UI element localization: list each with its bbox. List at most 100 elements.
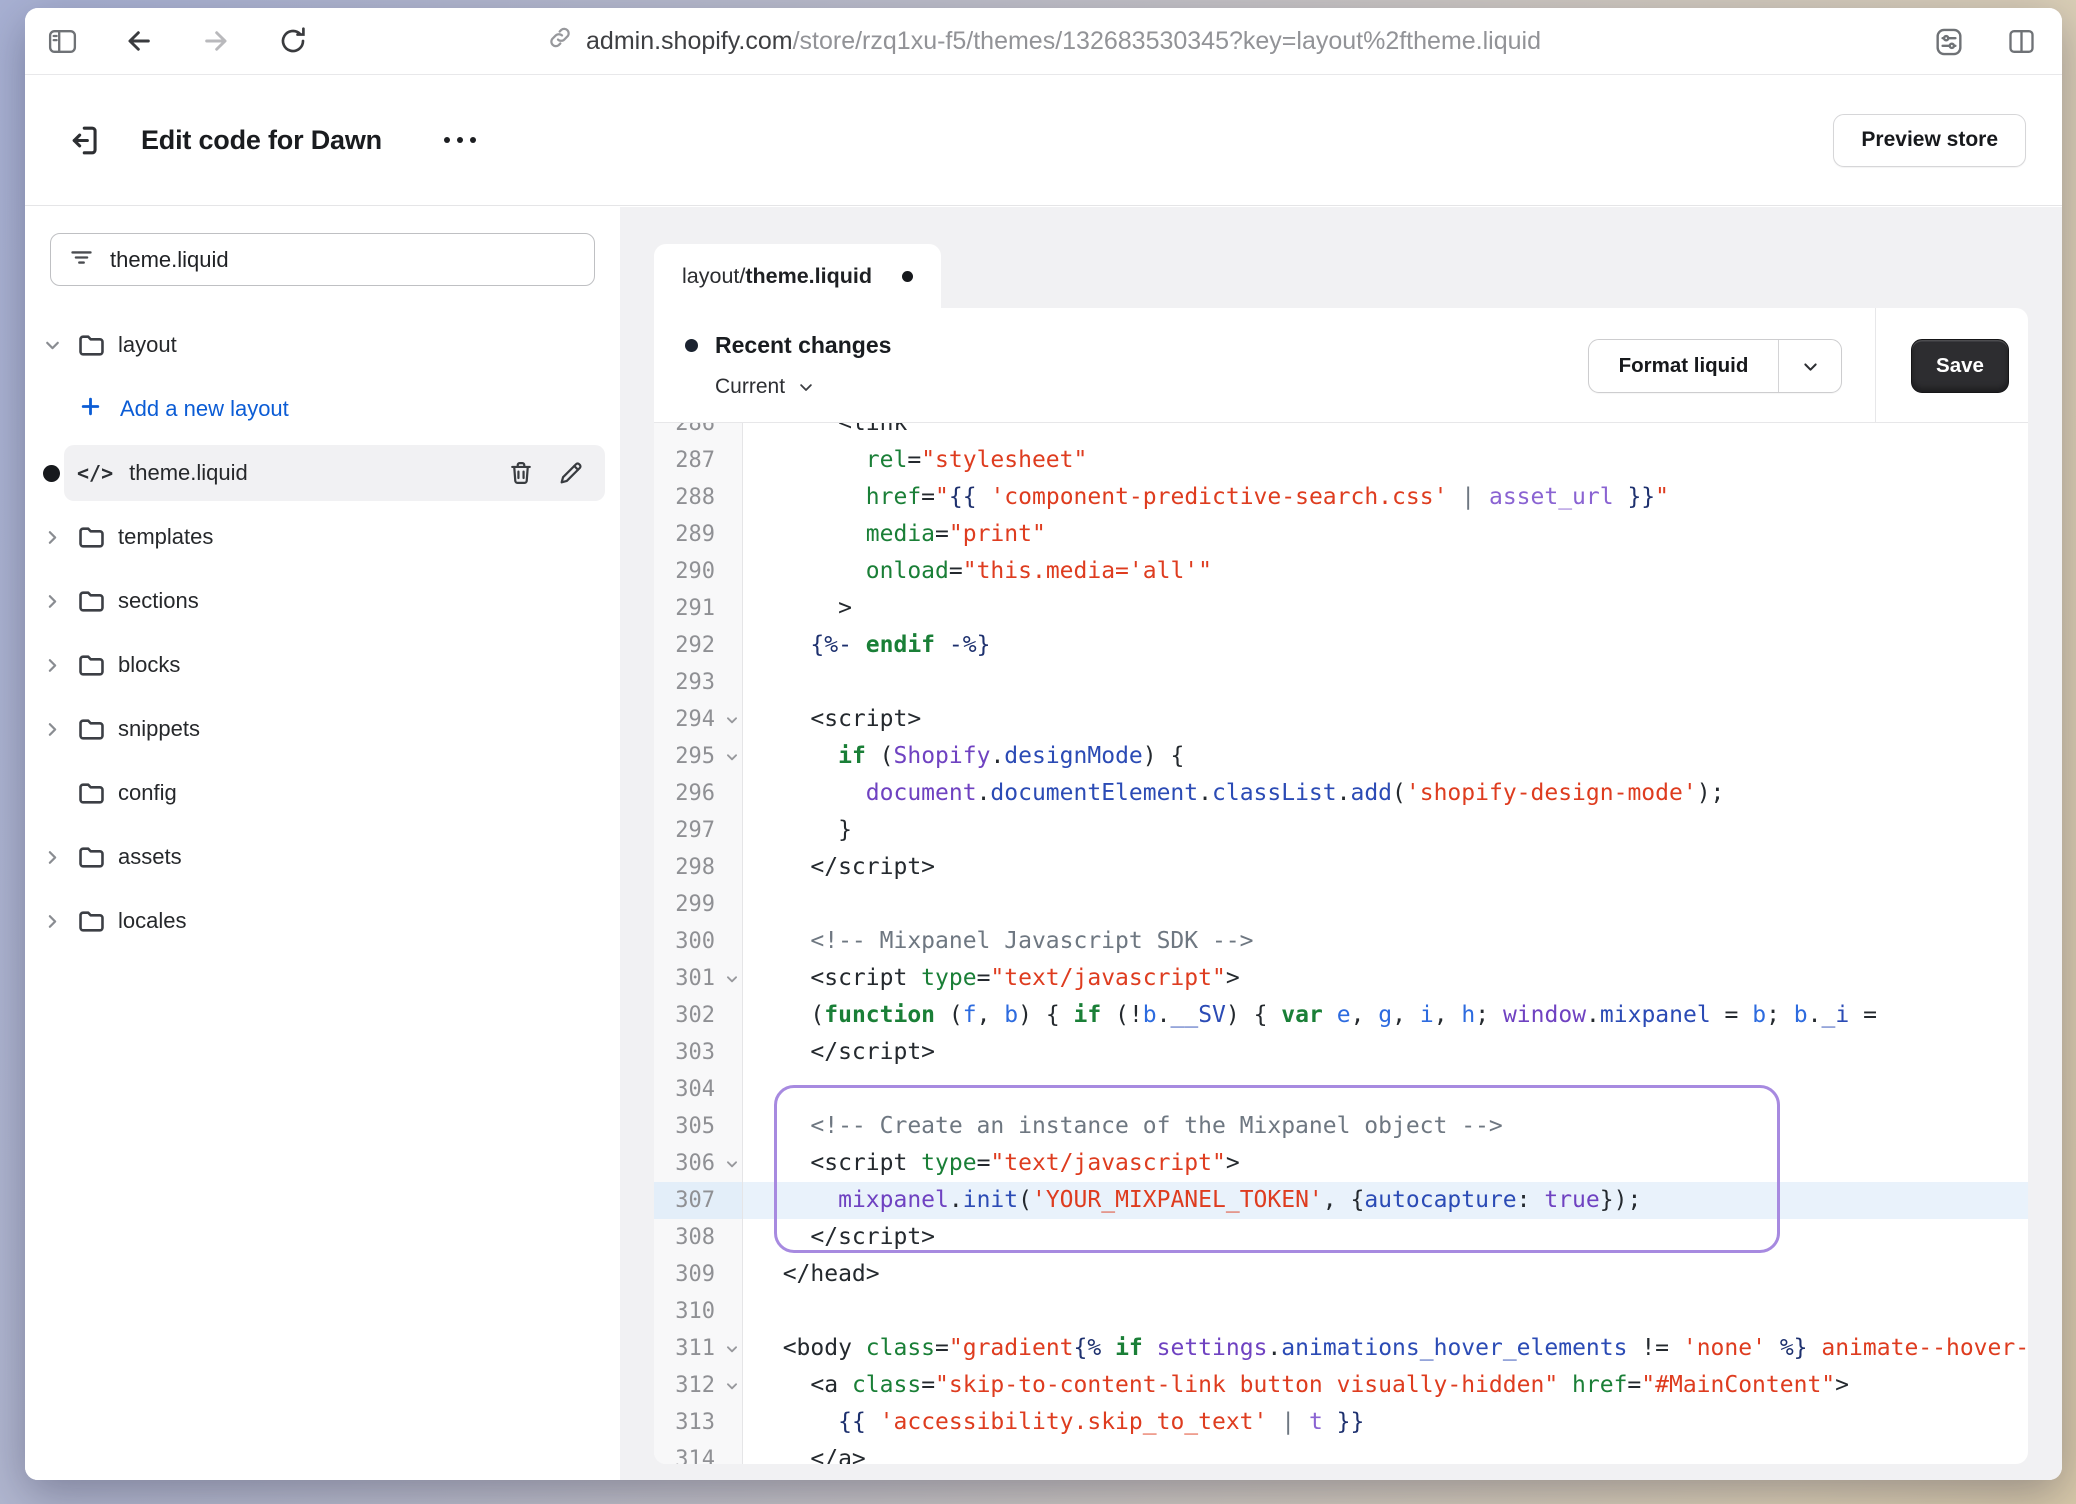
sidebar-toggle-icon[interactable]	[45, 24, 79, 58]
code-line-310[interactable]: 310	[654, 1293, 2028, 1330]
code-line-301[interactable]: 301 <script type="text/javascript">	[654, 960, 2028, 997]
chevron-right-icon[interactable]	[42, 847, 76, 868]
more-actions-icon[interactable]	[434, 127, 486, 153]
folder-icon	[76, 522, 118, 553]
code-line-290[interactable]: 290 onload="this.media='all'"	[654, 553, 2028, 590]
sidebar-item-blocks[interactable]: blocks	[25, 633, 620, 697]
fold-chevron-icon[interactable]	[725, 739, 739, 776]
sidebar-item-assets[interactable]: assets	[25, 825, 620, 889]
page-settings-icon[interactable]	[1932, 25, 1966, 59]
chevron-right-icon[interactable]	[42, 527, 76, 548]
forward-icon[interactable]	[199, 24, 233, 58]
tab-theme-liquid[interactable]: layout/theme.liquid	[654, 244, 941, 308]
code-line-313[interactable]: 313 {{ 'accessibility.skip_to_text' | t …	[654, 1404, 2028, 1441]
back-icon[interactable]	[122, 24, 156, 58]
fold-chevron-icon[interactable]	[725, 702, 739, 739]
sidebar-item-snippets[interactable]: snippets	[25, 697, 620, 761]
sidebar-item-theme-liquid[interactable]: </>theme.liquid	[25, 441, 620, 505]
file-search-box	[50, 233, 595, 286]
line-number: 293	[654, 664, 743, 701]
line-number: 307	[654, 1182, 743, 1219]
sidebar-item-locales[interactable]: locales	[25, 889, 620, 953]
line-number: 294	[654, 701, 743, 738]
code-line-287[interactable]: 287 rel="stylesheet"	[654, 442, 2028, 479]
delete-file-icon[interactable]	[507, 459, 535, 487]
chevron-right-icon[interactable]	[42, 719, 76, 740]
code-line-294[interactable]: 294 <script>	[654, 701, 2028, 738]
format-liquid-button[interactable]: Format liquid	[1588, 339, 1842, 393]
chevron-right-icon[interactable]	[42, 655, 76, 676]
line-number: 290	[654, 553, 743, 590]
url-bar[interactable]: admin.shopify.com/store/rzq1xu-f5/themes…	[546, 24, 1541, 58]
folder-label: sections	[118, 588, 199, 614]
add-new-layout-button[interactable]: Add a new layout	[25, 377, 620, 441]
chevron-right-icon[interactable]	[42, 591, 76, 612]
fold-chevron-icon[interactable]	[725, 1146, 739, 1183]
folder-label: config	[118, 780, 177, 806]
fold-chevron-icon[interactable]	[725, 961, 739, 998]
code-line-300[interactable]: 300 <!-- Mixpanel Javascript SDK -->	[654, 923, 2028, 960]
format-options-chevron-icon[interactable]	[1779, 340, 1841, 392]
code-line-288[interactable]: 288 href="{{ 'component-predictive-searc…	[654, 479, 2028, 516]
code-line-295[interactable]: 295 if (Shopify.designMode) {	[654, 738, 2028, 775]
rename-file-icon[interactable]	[557, 459, 585, 487]
split-view-icon[interactable]	[2004, 25, 2038, 59]
sidebar-item-layout[interactable]: layout	[25, 313, 620, 377]
code-line-314[interactable]: 314 </a>	[654, 1441, 2028, 1464]
fold-chevron-icon[interactable]	[725, 1331, 739, 1368]
chevron-right-icon[interactable]	[42, 911, 76, 932]
code-line-289[interactable]: 289 media="print"	[654, 516, 2028, 553]
code-line-292[interactable]: 292 {%- endif -%}	[654, 627, 2028, 664]
reload-icon[interactable]	[276, 24, 310, 58]
line-number: 287	[654, 442, 743, 479]
folder-icon	[76, 586, 118, 617]
code-line-291[interactable]: 291 >	[654, 590, 2028, 627]
sidebar-item-config[interactable]: config	[25, 761, 620, 825]
preview-store-button[interactable]: Preview store	[1833, 114, 2026, 167]
code-line-312[interactable]: 312 <a class="skip-to-content-link butto…	[654, 1367, 2028, 1404]
code-text: }	[743, 812, 2028, 849]
line-number: 292	[654, 627, 743, 664]
version-dropdown[interactable]: Current	[715, 375, 815, 399]
code-text: onload="this.media='all'"	[743, 553, 2028, 590]
code-text: href="{{ 'component-predictive-search.cs…	[743, 479, 2028, 516]
folder-icon	[76, 778, 118, 809]
line-number: 297	[654, 812, 743, 849]
search-input[interactable]	[110, 247, 577, 273]
code-line-308[interactable]: 308 </script>	[654, 1219, 2028, 1256]
code-text: {%- endif -%}	[743, 627, 2028, 664]
folder-label: snippets	[118, 716, 200, 742]
code-line-309[interactable]: 309 </head>	[654, 1256, 2028, 1293]
code-line-286[interactable]: 286 <link	[654, 423, 2028, 442]
code-line-305[interactable]: 305 <!-- Create an instance of the Mixpa…	[654, 1108, 2028, 1145]
content-area: layoutAdd a new layout</>theme.liquidtem…	[25, 207, 2062, 1480]
code-editor[interactable]: 286 <link287 rel="stylesheet"288 href="{…	[654, 423, 2028, 1464]
code-text: <a class="skip-to-content-link button vi…	[743, 1367, 2028, 1404]
code-text: <body class="gradient{% if settings.anim…	[743, 1330, 2028, 1367]
code-line-311[interactable]: 311 <body class="gradient{% if settings.…	[654, 1330, 2028, 1367]
code-line-302[interactable]: 302 (function (f, b) { if (!b.__SV) { va…	[654, 997, 2028, 1034]
code-line-307[interactable]: 307 mixpanel.init('YOUR_MIXPANEL_TOKEN',…	[654, 1182, 2028, 1219]
file-sidebar: layoutAdd a new layout</>theme.liquidtem…	[25, 207, 620, 1480]
code-line-306[interactable]: 306 <script type="text/javascript">	[654, 1145, 2028, 1182]
code-line-299[interactable]: 299	[654, 886, 2028, 923]
chevron-down-icon[interactable]	[42, 335, 76, 356]
exit-editor-icon[interactable]	[61, 118, 105, 162]
line-number: 306	[654, 1145, 743, 1182]
code-line-298[interactable]: 298 </script>	[654, 849, 2028, 886]
code-text: </a>	[743, 1441, 2028, 1464]
code-text: (function (f, b) { if (!b.__SV) { var e,…	[743, 997, 2028, 1034]
tab-strip: layout/theme.liquid	[654, 244, 2028, 308]
code-line-297[interactable]: 297 }	[654, 812, 2028, 849]
sidebar-item-templates[interactable]: templates	[25, 505, 620, 569]
save-button[interactable]: Save	[1911, 339, 2009, 393]
code-line-304[interactable]: 304	[654, 1071, 2028, 1108]
code-line-303[interactable]: 303 </script>	[654, 1034, 2028, 1071]
link-icon	[546, 24, 573, 58]
code-line-293[interactable]: 293	[654, 664, 2028, 701]
line-number: 309	[654, 1256, 743, 1293]
code-text: document.documentElement.classList.add('…	[743, 775, 2028, 812]
code-line-296[interactable]: 296 document.documentElement.classList.a…	[654, 775, 2028, 812]
sidebar-item-sections[interactable]: sections	[25, 569, 620, 633]
fold-chevron-icon[interactable]	[725, 1368, 739, 1405]
